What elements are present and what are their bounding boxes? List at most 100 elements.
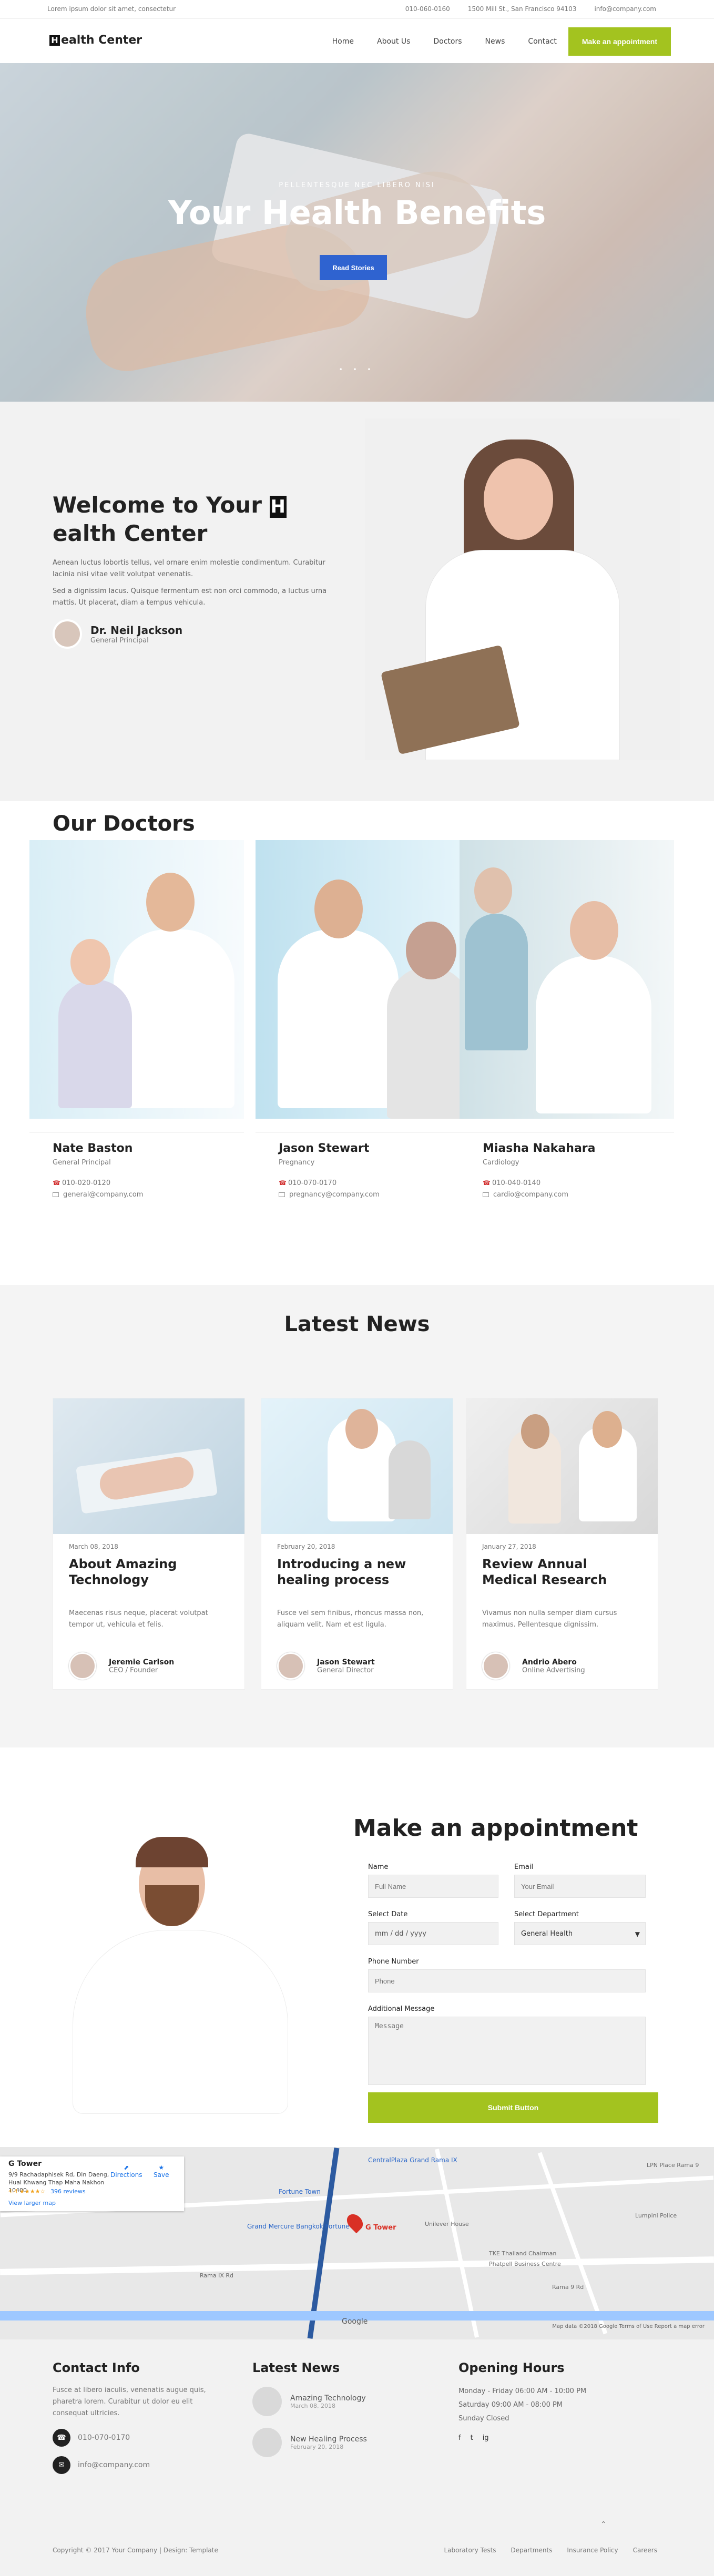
doctor-phone[interactable]: 010-070-0170	[288, 1179, 336, 1187]
author-avatar	[482, 1652, 509, 1680]
doctor-card[interactable]: Jason Stewart Pregnancy ☎ 010-070-0170 pr…	[256, 840, 470, 1199]
footer-contact-title: Contact Info	[53, 2360, 140, 2375]
principal-name: Dr. Neil Jackson	[90, 623, 183, 637]
date-label: Select Date	[368, 1910, 408, 1918]
map-label: Rama 9 Rd	[552, 2284, 584, 2291]
news-excerpt: Fusce vel sem finibus, rhoncus massa non…	[277, 1609, 424, 1629]
map-label: Unilever House	[425, 2221, 469, 2227]
footer-news-item[interactable]: Amazing Technology March 08, 2018	[252, 2387, 389, 2416]
careers-link[interactable]: Careers	[633, 2547, 657, 2554]
site-logo[interactable]: Health Center	[49, 34, 142, 47]
map-rating: 4.4 ★★★★☆	[8, 2188, 46, 2195]
footer-phone[interactable]: ☎ 010-070-0170	[53, 2429, 210, 2447]
twitter-icon[interactable]: t	[471, 2434, 473, 2442]
laboratory-tests-link[interactable]: Laboratory Tests	[444, 2547, 496, 2554]
view-larger-map-link[interactable]: View larger map	[8, 2200, 56, 2206]
save-button[interactable]: ★ Save	[154, 2164, 169, 2179]
header: Health Center Home About Us Doctors News…	[0, 19, 714, 63]
map-label: CentralPlaza Grand Rama IX	[368, 2156, 457, 2164]
footer-email[interactable]: ✉ info@company.com	[53, 2456, 210, 2474]
welcome-title-start: Welcome to Your	[53, 492, 270, 518]
facebook-icon[interactable]: f	[458, 2434, 461, 2442]
news-date: March 08, 2018	[69, 1543, 118, 1550]
read-stories-button[interactable]: Read Stories	[320, 255, 387, 280]
top-strip: Lorem ipsum dolor sit amet, consectetur …	[0, 0, 714, 19]
news-card[interactable]: January 27, 2018 Review Annual Medical R…	[466, 1398, 658, 1690]
top-email[interactable]: info@company.com	[594, 5, 656, 13]
doctors-title: Our Doctors	[53, 812, 195, 836]
appointment-title: Make an appointment	[353, 1815, 638, 1842]
news-title: Latest News	[284, 1312, 430, 1336]
doctor-phone[interactable]: 010-020-0120	[62, 1179, 110, 1187]
date-field[interactable]: mm / dd / yyyy	[368, 1922, 498, 1945]
doctor-name: Jason Stewart	[279, 1142, 370, 1155]
phone-field[interactable]	[368, 1969, 646, 1992]
doctor-role: Pregnancy	[279, 1159, 315, 1167]
email-label: Email	[514, 1863, 534, 1871]
phone-icon: ☎	[279, 1179, 287, 1187]
background-staff-head	[474, 867, 512, 914]
doctor-body	[536, 956, 651, 1113]
doctor-head	[314, 880, 363, 938]
news-card[interactable]: March 08, 2018 About Amazing Technology …	[53, 1398, 245, 1690]
message-field[interactable]	[368, 2017, 646, 2085]
doctor-hair	[136, 1837, 208, 1867]
phone-label: Phone Number	[368, 1958, 419, 1966]
doctor-info: Miasha Nakahara Cardiology ☎ 010-040-0140…	[460, 1132, 674, 1199]
departments-link[interactable]: Departments	[511, 2547, 553, 2554]
map-route	[307, 2148, 340, 2339]
news-image	[466, 1398, 658, 1534]
author-role: Online Advertising	[522, 1666, 585, 1674]
news-card[interactable]: February 20, 2018 Introducing a new heal…	[261, 1398, 453, 1690]
nav-contact[interactable]: Contact	[516, 27, 568, 56]
doctor-head	[570, 901, 618, 960]
nav-about-us[interactable]: About Us	[365, 27, 422, 56]
footer-news-item[interactable]: New Healing Process February 20, 2018	[252, 2428, 389, 2457]
appointment-button[interactable]: Make an appointment	[568, 27, 671, 56]
save-label: Save	[154, 2171, 169, 2179]
submit-button[interactable]: Submit Button	[368, 2092, 658, 2123]
directions-icon: ⬈	[124, 2164, 129, 2171]
nav-home[interactable]: Home	[321, 27, 365, 56]
news-title[interactable]: About Amazing Technology	[69, 1556, 227, 1588]
page: Lorem ipsum dolor sit amet, consectetur …	[0, 0, 714, 2576]
name-label: Name	[368, 1863, 389, 1871]
author-name: Jason Stewart	[317, 1658, 375, 1667]
phone-icon: ☎	[483, 1179, 491, 1187]
insurance-policy-link[interactable]: Insurance Policy	[567, 2547, 618, 2554]
patient-body	[387, 966, 470, 1119]
patient-head	[406, 922, 456, 979]
nav-news[interactable]: News	[474, 27, 517, 56]
scroll-top-icon[interactable]: ⌃	[600, 2520, 607, 2529]
copyright-text: Copyright © 2017 Your Company | Design: …	[53, 2547, 218, 2554]
news-excerpt: Vivamus non nulla semper diam cursus max…	[482, 1609, 617, 1629]
instagram-icon[interactable]: ig	[483, 2434, 489, 2442]
footer-contact-column: Contact Info Fusce at libero iaculis, ve…	[53, 2360, 210, 2474]
news-title[interactable]: Introducing a new healing process	[277, 1556, 435, 1588]
map-embed[interactable]: G Tower 9/9 Rachadaphisek Rd, Din Daeng,…	[0, 2147, 714, 2339]
doctor-card[interactable]: Nate Baston General Principal ☎ 010-020-0…	[29, 840, 244, 1199]
doctor-email[interactable]: general@company.com	[63, 1191, 143, 1199]
doctor-phone[interactable]: 010-040-0140	[492, 1179, 540, 1187]
hero-overlay	[0, 63, 714, 402]
news-thumbnail	[252, 2387, 282, 2416]
doctor-email[interactable]: cardio@company.com	[493, 1191, 568, 1199]
email-field[interactable]	[514, 1875, 646, 1898]
doctor-card[interactable]: Miasha Nakahara Cardiology ☎ 010-040-0140…	[460, 840, 674, 1199]
department-select[interactable]: General Health ▼	[514, 1922, 646, 1945]
hero-banner: PELLENTESQUE NEC LIBERO NISI Your Health…	[0, 63, 714, 402]
map-place-name: G Tower	[8, 2160, 42, 2168]
name-field[interactable]	[368, 1875, 498, 1898]
top-phone[interactable]: 010-060-0160	[405, 5, 450, 13]
hours-row: Monday - Friday 06:00 AM - 10:00 PM	[458, 2387, 587, 2395]
top-contact-info: 010-060-0160 1500 Mill St., San Francisc…	[405, 5, 656, 13]
map-reviews-link[interactable]: 396 reviews	[50, 2188, 86, 2195]
doctor-email[interactable]: pregnancy@company.com	[289, 1191, 380, 1199]
appointment-doctor-image	[34, 1796, 344, 2145]
footer-email-address: info@company.com	[78, 2461, 150, 2469]
news-title[interactable]: Review Annual Medical Research	[482, 1556, 640, 1588]
hero-dots[interactable]: • • •	[0, 366, 714, 373]
nav-doctors[interactable]: Doctors	[422, 27, 473, 56]
map-footer-note[interactable]: Map data ©2018 Google Terms of Use Repor…	[552, 2324, 705, 2329]
directions-button[interactable]: ⬈ Directions	[110, 2164, 142, 2179]
